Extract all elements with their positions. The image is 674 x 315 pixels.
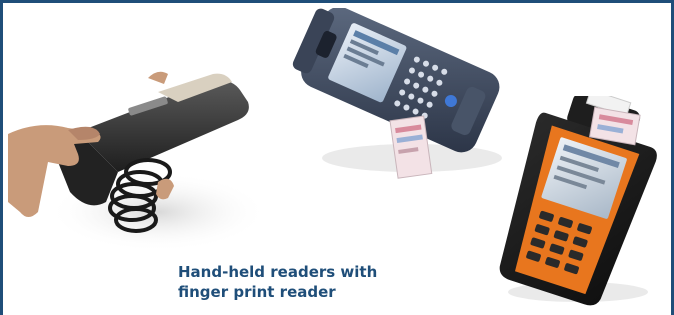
caption-line-1: Hand-held readers with xyxy=(178,263,378,281)
handheld-terminal-printer-image xyxy=(499,96,657,306)
caption-line-2: finger print reader xyxy=(178,283,336,301)
figure-caption: Hand-held readers with finger print read… xyxy=(178,262,438,302)
handheld-reader-with-hand-image xyxy=(8,71,268,252)
